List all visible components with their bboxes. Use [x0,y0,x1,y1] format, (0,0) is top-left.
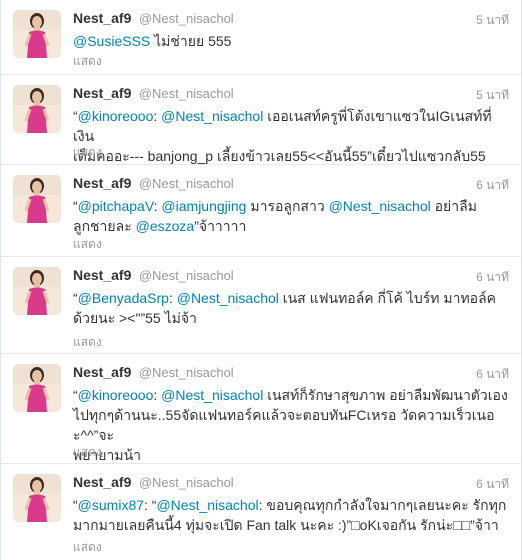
expand-link[interactable]: แสดง [73,538,102,557]
mention-link[interactable]: @kinoreooo [78,108,154,124]
display-name[interactable]: Nest_af9 [73,85,131,101]
timestamp[interactable]: 6 นาที [476,268,509,287]
tweet-text-segment: ไม่ช่ายย 555 [150,33,232,49]
display-name[interactable]: Nest_af9 [73,10,131,26]
avatar[interactable] [13,10,61,58]
tweet-item[interactable]: Nest_af9 @Nest_nisachol 6 นาที “@sumix87… [1,464,521,560]
display-name[interactable]: Nest_af9 [73,267,131,283]
avatar[interactable] [13,364,61,412]
avatar-photo [13,10,61,58]
avatar-photo [13,267,61,315]
user-handle[interactable]: @Nest_nisachol [139,11,234,26]
user-handle[interactable]: @Nest_nisachol [139,176,234,191]
tweet-line: ลูกชายละ @eszoza”จ้าาาาา [73,216,509,236]
avatar-photo [13,364,61,412]
expand-link[interactable]: แสดง [73,443,102,462]
tweet-line: “@kinoreooo: @Nest_nisachol เออเนสท์ครูพ… [73,106,509,146]
tweet-text-segment: อย่าลืม [430,198,477,214]
tweet-item[interactable]: Nest_af9 @Nest_nisachol 6 นาที “@pitchap… [1,165,521,257]
tweet-text-segment: เนสท์ก็รักษาสุขภาพ อย่าลืมพัฒนาตัวเอง [263,387,508,403]
expand-link[interactable]: แสดง [73,235,102,254]
tweet-text: “@kinoreooo: @Nest_nisachol เนสท์ก็รักษา… [73,385,509,465]
tweet-timeline: Nest_af9 @Nest_nisachol 5 นาที @SusieSSS… [0,0,522,560]
tweet-line: เต็มคออะ--- banjong_p เลี้ยงข้าวเลย55<<อ… [73,146,509,166]
timestamp[interactable]: 6 นาที [476,365,509,384]
expand-link[interactable]: แสดง [73,52,102,71]
tweet-item[interactable]: Nest_af9 @Nest_nisachol 6 นาที “@kinoreo… [1,354,521,464]
tweet-text-segment: เนส แฟนทอล์ค กี่โค้ ไบร์ท มาทอล์ค [278,290,497,306]
tweet-line: “@sumix87: “@Nest_nisachol: ขอบคุณทุกกำล… [73,495,509,515]
avatar[interactable] [13,474,61,522]
tweet-text-segment: มากมายเลยคืนนี้4 ทุ่มจะเปิด Fan talk นะค… [73,517,499,533]
tweet-line: ด้วยนะ ><"”55 ไม่จ้า [73,308,509,328]
tweet-line: @SusieSSS ไม่ช่ายย 555 [73,31,509,51]
mention-link[interactable]: @eszoza [136,218,195,234]
user-handle[interactable]: @Nest_nisachol [139,475,234,490]
timestamp[interactable]: 6 นาที [476,176,509,195]
user-handle[interactable]: @Nest_nisachol [139,86,234,101]
mention-link[interactable]: @Nest_nisachol [156,497,258,513]
tweet-line: “@pitchapaV: @iamjungjing มารอลูกสาว @Ne… [73,196,509,216]
tweet-line: มากมายเลยคืนนี้4 ทุ่มจะเปิด Fan talk นะค… [73,515,509,535]
mention-link[interactable]: @Nest_nisachol [161,108,263,124]
tweet-text-segment: : [168,290,177,306]
avatar-photo [13,175,61,223]
tweet-text-segment: : [153,108,162,124]
mention-link[interactable]: @BenyadaSrp [78,290,169,306]
avatar[interactable] [13,267,61,315]
tweet-text: @SusieSSS ไม่ช่ายย 555 [73,31,509,51]
timestamp[interactable]: 6 นาที [476,475,509,494]
tweet-text: “@sumix87: “@Nest_nisachol: ขอบคุณทุกกำล… [73,495,509,535]
display-name[interactable]: Nest_af9 [73,474,131,490]
display-name[interactable]: Nest_af9 [73,175,131,191]
avatar[interactable] [13,85,61,133]
expand-link[interactable]: แสดง [73,333,102,352]
mention-link[interactable]: @Nest_nisachol [329,198,431,214]
timestamp[interactable]: 5 นาที [476,86,509,105]
tweet-text: “@kinoreooo: @Nest_nisachol เออเนสท์ครูพ… [73,106,509,166]
user-handle[interactable]: @Nest_nisachol [139,268,234,283]
mention-link[interactable]: @sumix87 [78,497,144,513]
mention-link[interactable]: @kinoreooo [78,387,154,403]
mention-link[interactable]: @Nest_nisachol [161,387,263,403]
mention-link[interactable]: @iamjungjing [161,198,246,214]
tweet-line: “@kinoreooo: @Nest_nisachol เนสท์ก็รักษา… [73,385,509,405]
tweet-text: “@pitchapaV: @iamjungjing มารอลูกสาว @Ne… [73,196,509,236]
tweet-text-segment: ไปทุกๆด้านนะ..55จัดแฟนทอร์คแล้วจะตอบทันF… [73,407,495,443]
mention-link[interactable]: @SusieSSS [73,33,150,49]
tweet-text-segment: ด้วยนะ ><"”55 ไม่จ้า [73,310,197,326]
timestamp[interactable]: 5 นาที [476,11,509,30]
tweet-item[interactable]: Nest_af9 @Nest_nisachol 5 นาที “@kinoreo… [1,75,521,165]
mention-link[interactable]: @pitchapaV [78,198,154,214]
tweet-text-segment: : ขอบคุณทุกกำลังใจมากๆเลยนะคะ รักทุก [258,497,507,513]
tweet-text: “@BenyadaSrp: @Nest_nisachol เนส แฟนทอล์… [73,288,509,328]
tweet-line: ไปทุกๆด้านนะ..55จัดแฟนทอร์คแล้วจะตอบทันF… [73,405,509,445]
tweet-line: พยายามน้า [73,445,509,465]
tweet-item[interactable]: Nest_af9 @Nest_nisachol 6 นาที “@Benyada… [1,257,521,354]
tweet-text-segment: เต็มคออะ--- banjong_p เลี้ยงข้าวเลย55<<อ… [73,148,486,164]
expand-link[interactable]: แสดง [73,143,102,162]
avatar[interactable] [13,175,61,223]
mention-link[interactable]: @Nest_nisachol [177,290,279,306]
avatar-photo [13,474,61,522]
tweet-text-segment: : “ [144,497,157,513]
tweet-text-segment: ลูกชายละ [73,218,136,234]
tweet-item[interactable]: Nest_af9 @Nest_nisachol 5 นาที @SusieSSS… [1,0,521,75]
tweet-text-segment: มารอลูกสาว [246,198,329,214]
display-name[interactable]: Nest_af9 [73,364,131,380]
avatar-photo [13,85,61,133]
tweet-text-segment: : [153,387,162,403]
tweet-text-segment: ”จ้าาาาา [194,218,247,234]
user-handle[interactable]: @Nest_nisachol [139,365,234,380]
tweet-line: “@BenyadaSrp: @Nest_nisachol เนส แฟนทอล์… [73,288,509,308]
